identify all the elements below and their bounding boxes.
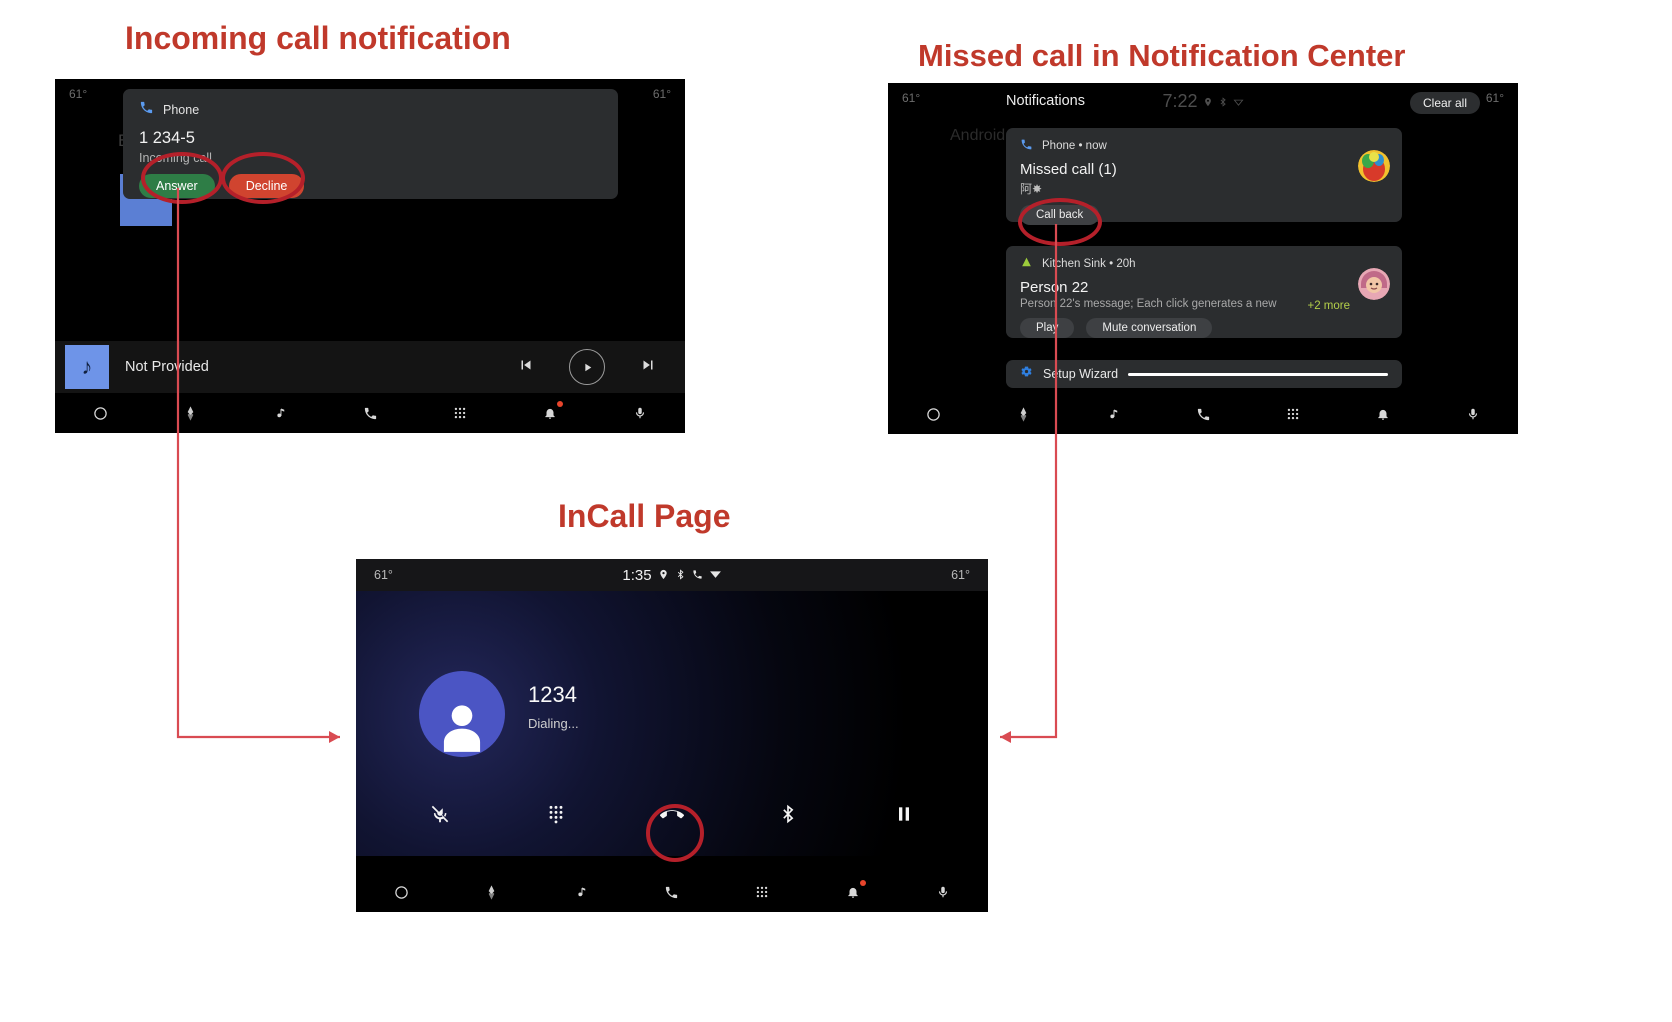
system-nav-bar — [55, 393, 685, 433]
avatar — [1358, 150, 1390, 182]
nav-phone-button[interactable] — [1186, 399, 1220, 429]
bluetooth-icon — [675, 567, 686, 584]
wifi-icon — [709, 567, 722, 584]
media-track-title: Not Provided — [125, 359, 209, 375]
notification-actions: Play Mute conversation — [1020, 318, 1388, 338]
clear-all-button[interactable]: Clear all — [1409, 92, 1480, 114]
avatar — [419, 671, 505, 757]
nav-media-button[interactable] — [263, 398, 297, 428]
screen-incoming-call: 61° 61° B Phone 1 234-5 Incoming call An… — [55, 79, 685, 433]
status-temp-right: 61° — [652, 87, 671, 101]
system-nav-bar — [888, 394, 1518, 434]
highlight-ellipse-end-call — [646, 804, 704, 862]
annotation-title-incall-page: InCall Page — [558, 498, 731, 534]
notification-title: Person 22 — [1020, 279, 1089, 296]
notification-app-line: Phone • now — [1042, 140, 1107, 152]
skip-previous-icon[interactable] — [517, 356, 535, 379]
notification-badge-dot — [859, 880, 866, 886]
dialpad-icon[interactable] — [533, 791, 579, 837]
notification-app-line: Setup Wizard — [1043, 367, 1119, 381]
nav-assistant-mic-button[interactable] — [623, 398, 657, 428]
background-app-label: Android — [950, 127, 1006, 144]
nav-apps-grid-button[interactable] — [1276, 399, 1310, 429]
nav-home-button[interactable] — [384, 877, 418, 907]
highlight-ellipse-call-back — [1018, 198, 1102, 246]
mic-off-icon[interactable] — [417, 791, 463, 837]
nav-home-button[interactable] — [83, 398, 117, 428]
nav-navigation-button[interactable] — [173, 398, 207, 428]
play-icon[interactable] — [569, 349, 605, 385]
location-icon — [1203, 91, 1213, 112]
notification-header: Phone • now — [1020, 138, 1388, 154]
status-clock: 1:35 — [622, 566, 652, 584]
call-status-text: Dialing... — [528, 716, 579, 731]
gear-icon — [1020, 365, 1033, 383]
bluetooth-icon — [1218, 91, 1228, 112]
location-icon — [658, 567, 669, 584]
play-button[interactable]: Play — [1020, 318, 1075, 338]
phone-call-icon — [139, 100, 154, 120]
nav-notifications-button[interactable] — [1366, 399, 1400, 429]
more-messages-label: +2 more — [1307, 300, 1350, 312]
nav-home-button[interactable] — [916, 399, 950, 429]
notification-app-name: Phone — [163, 103, 200, 117]
nav-notifications-button[interactable] — [533, 398, 567, 428]
phone-call-icon — [692, 567, 703, 584]
nav-assistant-mic-button[interactable] — [1456, 399, 1490, 429]
phone-call-icon — [1020, 138, 1033, 154]
caller-number: 1234 — [528, 682, 577, 707]
avatar — [1358, 268, 1390, 300]
nav-apps-grid-button[interactable] — [443, 398, 477, 428]
nav-notifications-button[interactable] — [836, 877, 870, 907]
media-playback-bar: ♪ Not Provided — [55, 341, 685, 393]
kitchen-sink-icon — [1020, 256, 1033, 272]
bluetooth-icon[interactable] — [765, 791, 811, 837]
music-note-icon: ♪ — [65, 345, 109, 389]
nav-navigation-button[interactable] — [1006, 399, 1040, 429]
status-clock: 7:22 — [1162, 91, 1198, 111]
screen-notification-center: 61° 61° Notifications 7:22 Clear all And… — [888, 83, 1518, 434]
notification-message: Person 22's message; Each click generate… — [1020, 298, 1277, 310]
notification-header: Phone — [139, 100, 602, 120]
nav-phone-button[interactable] — [655, 877, 689, 907]
progress-line — [1128, 372, 1388, 376]
notification-title: 1 234-5 — [139, 129, 195, 147]
notification-header: Kitchen Sink • 20h — [1020, 256, 1388, 272]
nav-phone-button[interactable] — [353, 398, 387, 428]
status-clock-group: 1:35 — [356, 559, 988, 591]
nav-apps-grid-button[interactable] — [745, 877, 779, 907]
nav-assistant-mic-button[interactable] — [926, 877, 960, 907]
notification-title: Missed call (1) — [1020, 161, 1117, 178]
nav-media-button[interactable] — [1096, 399, 1130, 429]
skip-next-icon[interactable] — [639, 356, 657, 379]
notification-card-kitchen-sink[interactable]: Kitchen Sink • 20h Person 22 Person 22's… — [1006, 246, 1402, 338]
notification-badge-dot — [557, 401, 563, 407]
notification-card-setup-wizard[interactable]: Setup Wizard — [1006, 360, 1402, 388]
media-controls — [517, 349, 657, 385]
annotation-title-missed-call: Missed call in Notification Center — [918, 38, 1406, 73]
highlight-ellipse-decline — [221, 152, 305, 204]
highlight-ellipse-answer — [141, 152, 223, 204]
mute-conversation-button[interactable]: Mute conversation — [1086, 318, 1213, 338]
notification-subtitle: 阿✸ — [1020, 182, 1043, 196]
system-nav-bar — [356, 872, 988, 912]
wifi-off-icon — [1233, 91, 1244, 112]
status-temp-left: 61° — [69, 87, 88, 101]
pause-icon[interactable] — [881, 791, 927, 837]
annotation-title-incoming-call: Incoming call notification — [125, 20, 511, 56]
nav-navigation-button[interactable] — [474, 877, 508, 907]
nav-media-button[interactable] — [565, 877, 599, 907]
notification-app-line: Kitchen Sink • 20h — [1042, 258, 1136, 270]
